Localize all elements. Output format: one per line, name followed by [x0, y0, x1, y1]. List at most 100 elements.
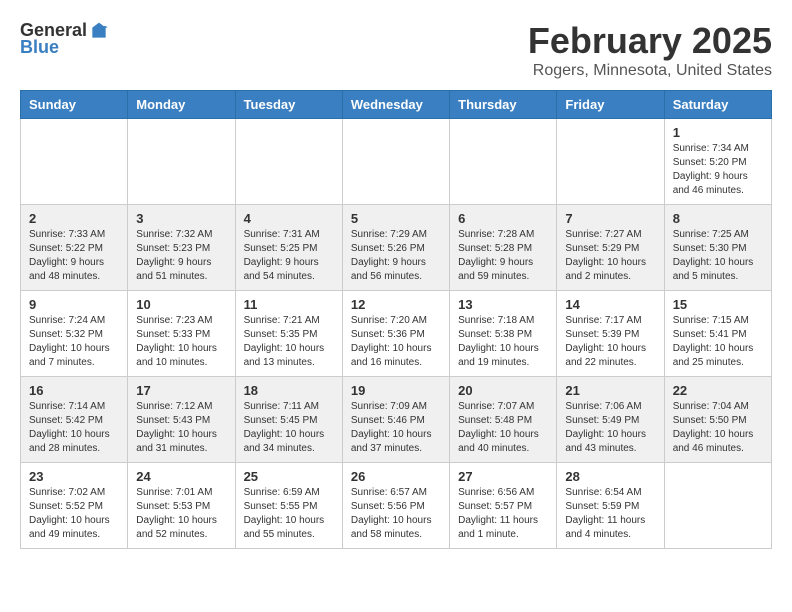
day-info: Sunrise: 7:25 AM Sunset: 5:30 PM Dayligh…: [673, 228, 763, 284]
day-info: Sunrise: 7:17 AM Sunset: 5:39 PM Dayligh…: [565, 314, 655, 370]
day-number: 12: [351, 297, 441, 312]
day-number: 18: [244, 383, 334, 398]
calendar-day: 12 Sunrise: 7:20 AM Sunset: 5:36 PM Dayli…: [342, 291, 449, 377]
day-number: 4: [244, 211, 334, 226]
day-info: Sunrise: 7:33 AM Sunset: 5:22 PM Dayligh…: [29, 228, 119, 284]
day-info: Sunrise: 7:07 AM Sunset: 5:48 PM Dayligh…: [458, 400, 548, 456]
day-info: Sunrise: 7:01 AM Sunset: 5:53 PM Dayligh…: [136, 486, 226, 542]
day-info: Sunrise: 6:59 AM Sunset: 5:55 PM Dayligh…: [244, 486, 334, 542]
calendar-day: 16 Sunrise: 7:14 AM Sunset: 5:42 PM Dayli…: [21, 377, 128, 463]
logo: General Blue: [20, 20, 109, 58]
day-number: 9: [29, 297, 119, 312]
calendar-day: 3 Sunrise: 7:32 AM Sunset: 5:23 PM Daylig…: [128, 205, 235, 291]
day-info: Sunrise: 7:12 AM Sunset: 5:43 PM Dayligh…: [136, 400, 226, 456]
day-info: Sunrise: 7:21 AM Sunset: 5:35 PM Dayligh…: [244, 314, 334, 370]
day-number: 7: [565, 211, 655, 226]
day-number: 5: [351, 211, 441, 226]
day-number: 13: [458, 297, 548, 312]
day-info: Sunrise: 7:02 AM Sunset: 5:52 PM Dayligh…: [29, 486, 119, 542]
title-section: February 2025 Rogers, Minnesota, United …: [528, 20, 772, 80]
calendar-day: 17 Sunrise: 7:12 AM Sunset: 5:43 PM Dayli…: [128, 377, 235, 463]
calendar-day: [450, 119, 557, 205]
calendar-week-0: 1 Sunrise: 7:34 AM Sunset: 5:20 PM Daylig…: [21, 119, 772, 205]
calendar-day: 21 Sunrise: 7:06 AM Sunset: 5:49 PM Dayli…: [557, 377, 664, 463]
day-number: 14: [565, 297, 655, 312]
day-info: Sunrise: 7:27 AM Sunset: 5:29 PM Dayligh…: [565, 228, 655, 284]
calendar-day: 11Sunrise: 7:21 AM Sunset: 5:35 PM Dayli…: [235, 291, 342, 377]
calendar-header-wednesday: Wednesday: [342, 91, 449, 119]
calendar-day: [235, 119, 342, 205]
day-info: Sunrise: 6:54 AM Sunset: 5:59 PM Dayligh…: [565, 486, 655, 542]
calendar-header-monday: Monday: [128, 91, 235, 119]
logo-icon: [89, 21, 109, 41]
day-info: Sunrise: 7:29 AM Sunset: 5:26 PM Dayligh…: [351, 228, 441, 284]
calendar-day: [342, 119, 449, 205]
day-info: Sunrise: 6:56 AM Sunset: 5:57 PM Dayligh…: [458, 486, 548, 542]
day-info: Sunrise: 7:04 AM Sunset: 5:50 PM Dayligh…: [673, 400, 763, 456]
day-number: 26: [351, 469, 441, 484]
calendar-day: 9 Sunrise: 7:24 AM Sunset: 5:32 PM Daylig…: [21, 291, 128, 377]
calendar-day: [128, 119, 235, 205]
day-number: 16: [29, 383, 119, 398]
day-info: Sunrise: 7:18 AM Sunset: 5:38 PM Dayligh…: [458, 314, 548, 370]
day-number: 23: [29, 469, 119, 484]
calendar-day: 23 Sunrise: 7:02 AM Sunset: 5:52 PM Dayli…: [21, 463, 128, 549]
calendar-day: [664, 463, 771, 549]
calendar-day: 7 Sunrise: 7:27 AM Sunset: 5:29 PM Daylig…: [557, 205, 664, 291]
calendar-header-sunday: Sunday: [21, 91, 128, 119]
day-number: 24: [136, 469, 226, 484]
day-info: Sunrise: 7:09 AM Sunset: 5:46 PM Dayligh…: [351, 400, 441, 456]
calendar-week-1: 2 Sunrise: 7:33 AM Sunset: 5:22 PM Daylig…: [21, 205, 772, 291]
calendar-day: 28 Sunrise: 6:54 AM Sunset: 5:59 PM Dayli…: [557, 463, 664, 549]
day-number: 2: [29, 211, 119, 226]
day-info: Sunrise: 7:32 AM Sunset: 5:23 PM Dayligh…: [136, 228, 226, 284]
calendar-week-2: 9 Sunrise: 7:24 AM Sunset: 5:32 PM Daylig…: [21, 291, 772, 377]
day-number: 19: [351, 383, 441, 398]
day-number: 22: [673, 383, 763, 398]
day-number: 10: [136, 297, 226, 312]
day-number: 27: [458, 469, 548, 484]
calendar-day: 26 Sunrise: 6:57 AM Sunset: 5:56 PM Dayli…: [342, 463, 449, 549]
logo-blue-text: Blue: [20, 37, 59, 58]
day-info: Sunrise: 7:20 AM Sunset: 5:36 PM Dayligh…: [351, 314, 441, 370]
calendar-day: 27 Sunrise: 6:56 AM Sunset: 5:57 PM Dayli…: [450, 463, 557, 549]
calendar-day: 18 Sunrise: 7:11 AM Sunset: 5:45 PM Dayli…: [235, 377, 342, 463]
day-info: Sunrise: 6:57 AM Sunset: 5:56 PM Dayligh…: [351, 486, 441, 542]
day-number: 17: [136, 383, 226, 398]
month-title: February 2025: [528, 20, 772, 62]
day-number: 1: [673, 125, 763, 140]
day-info: Sunrise: 7:06 AM Sunset: 5:49 PM Dayligh…: [565, 400, 655, 456]
calendar-header-tuesday: Tuesday: [235, 91, 342, 119]
calendar-week-3: 16 Sunrise: 7:14 AM Sunset: 5:42 PM Dayli…: [21, 377, 772, 463]
calendar-day: 15Sunrise: 7:15 AM Sunset: 5:41 PM Dayli…: [664, 291, 771, 377]
day-number: 20: [458, 383, 548, 398]
calendar-day: 4 Sunrise: 7:31 AM Sunset: 5:25 PM Daylig…: [235, 205, 342, 291]
calendar-day: 25 Sunrise: 6:59 AM Sunset: 5:55 PM Dayli…: [235, 463, 342, 549]
day-number: 8: [673, 211, 763, 226]
day-info: Sunrise: 7:28 AM Sunset: 5:28 PM Dayligh…: [458, 228, 548, 284]
calendar-day: 19 Sunrise: 7:09 AM Sunset: 5:46 PM Dayli…: [342, 377, 449, 463]
day-info: Sunrise: 7:31 AM Sunset: 5:25 PM Dayligh…: [244, 228, 334, 284]
calendar-header-thursday: Thursday: [450, 91, 557, 119]
day-info: Sunrise: 7:34 AM Sunset: 5:20 PM Dayligh…: [673, 142, 763, 198]
calendar-day: 14 Sunrise: 7:17 AM Sunset: 5:39 PM Dayli…: [557, 291, 664, 377]
calendar-day: [21, 119, 128, 205]
calendar-week-4: 23 Sunrise: 7:02 AM Sunset: 5:52 PM Dayli…: [21, 463, 772, 549]
location-title: Rogers, Minnesota, United States: [528, 62, 772, 80]
calendar-day: 20 Sunrise: 7:07 AM Sunset: 5:48 PM Dayli…: [450, 377, 557, 463]
calendar-day: 5 Sunrise: 7:29 AM Sunset: 5:26 PM Daylig…: [342, 205, 449, 291]
day-info: Sunrise: 7:14 AM Sunset: 5:42 PM Dayligh…: [29, 400, 119, 456]
page-header: General Blue February 2025 Rogers, Minne…: [20, 20, 772, 80]
calendar-day: 1 Sunrise: 7:34 AM Sunset: 5:20 PM Daylig…: [664, 119, 771, 205]
calendar-day: 8 Sunrise: 7:25 AM Sunset: 5:30 PM Daylig…: [664, 205, 771, 291]
day-number: 21: [565, 383, 655, 398]
day-info: Sunrise: 7:23 AM Sunset: 5:33 PM Dayligh…: [136, 314, 226, 370]
calendar-day: 2 Sunrise: 7:33 AM Sunset: 5:22 PM Daylig…: [21, 205, 128, 291]
calendar-day: 13 Sunrise: 7:18 AM Sunset: 5:38 PM Dayli…: [450, 291, 557, 377]
day-number: 25: [244, 469, 334, 484]
day-info: Sunrise: 7:11 AM Sunset: 5:45 PM Dayligh…: [244, 400, 334, 456]
day-number: 28: [565, 469, 655, 484]
day-number: 3: [136, 211, 226, 226]
calendar-header-saturday: Saturday: [664, 91, 771, 119]
day-info: Sunrise: 7:24 AM Sunset: 5:32 PM Dayligh…: [29, 314, 119, 370]
